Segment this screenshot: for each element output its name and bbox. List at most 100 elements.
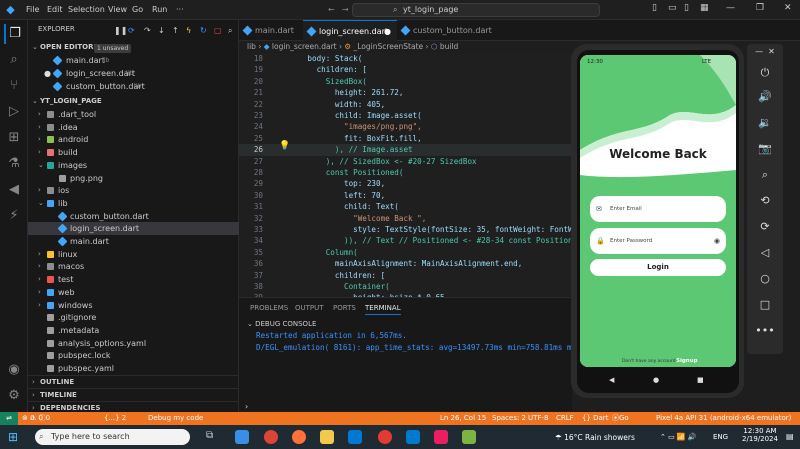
cursor-position[interactable]: Ln 26, Col 15 bbox=[440, 412, 486, 425]
inspect-icon[interactable]: ⌕ bbox=[228, 26, 232, 36]
code-line[interactable]: 29 top: 230, bbox=[239, 178, 574, 189]
project-header[interactable]: ⌄ YT_LOGIN_PAGE bbox=[28, 95, 239, 108]
chevron-right-icon[interactable]: › bbox=[245, 402, 248, 411]
account-icon[interactable]: ◉ bbox=[4, 360, 24, 380]
tree-folder[interactable]: › ios bbox=[28, 184, 239, 197]
power-icon[interactable]: ⏻ bbox=[747, 66, 783, 80]
file-explorer-icon[interactable] bbox=[235, 430, 249, 444]
customize-layout-icon[interactable]: ▦ bbox=[700, 3, 709, 13]
settings-gear-icon[interactable]: ⚙ bbox=[4, 386, 24, 406]
tab-output[interactable]: OUTPUT bbox=[295, 304, 324, 312]
tray-icons[interactable]: ⌃ ▭ 📶 🔊 bbox=[660, 433, 697, 441]
minimize-icon[interactable]: — bbox=[726, 3, 735, 13]
braces-status[interactable]: {...} 2 bbox=[104, 412, 126, 425]
tree-folder[interactable]: › test bbox=[28, 273, 239, 286]
code-line[interactable]: 22 width: 405, bbox=[239, 99, 574, 110]
code-line[interactable]: 32 "Welcome Back ", bbox=[239, 213, 574, 224]
tree-folder[interactable]: › windows bbox=[28, 299, 239, 312]
code-line[interactable]: 35 Column( bbox=[239, 247, 574, 258]
tree-file[interactable]: pubspec.lock bbox=[28, 349, 239, 362]
remote-icon[interactable]: ⇌ bbox=[0, 412, 18, 425]
language-mode[interactable]: {} Dart bbox=[582, 412, 608, 425]
breadcrumb-class[interactable]: _LoginScreenState bbox=[354, 42, 424, 51]
tree-folder[interactable]: › macos bbox=[28, 260, 239, 273]
code-line[interactable]: 33 style: TextStyle(fontSize: 35, fontWe… bbox=[239, 224, 574, 235]
folder-icon[interactable] bbox=[320, 430, 334, 444]
volume-up-icon[interactable]: 🔊 bbox=[747, 90, 783, 103]
toggle-sidebar-icon[interactable]: ▯ bbox=[652, 3, 657, 13]
tree-file[interactable]: custom_button.dart bbox=[28, 210, 239, 223]
open-editor-item[interactable]: custom_button.dart lib bbox=[28, 80, 239, 93]
code-line[interactable]: 34 )), // Text // Positioned <- #28-34 c… bbox=[239, 235, 574, 246]
more-icon[interactable]: ••• bbox=[747, 324, 783, 337]
debug-console-header[interactable]: ⌄ DEBUG CONSOLE bbox=[239, 318, 572, 330]
weather-widget[interactable]: ☂ 16°C Rain showers bbox=[555, 433, 635, 442]
breadcrumb-file[interactable]: login_screen.dart bbox=[272, 42, 337, 51]
tree-folder[interactable]: ⌄ lib bbox=[28, 197, 239, 210]
code-line[interactable]: 27 ), // SizedBox <- #20-27 SizedBox bbox=[239, 156, 574, 167]
tab-ports[interactable]: PORTS bbox=[333, 304, 356, 312]
command-center-search[interactable]: ⌕ yt_login_page bbox=[352, 3, 600, 17]
tab-login-screen-dart[interactable]: login_screen.dart ● bbox=[303, 20, 397, 41]
tree-file[interactable]: pubspec.yaml bbox=[28, 362, 239, 375]
password-field[interactable]: 🔒 Enter Password ◉ bbox=[590, 228, 726, 254]
step-over-icon[interactable]: ↷ bbox=[144, 26, 151, 35]
home-icon[interactable]: ○ bbox=[747, 272, 783, 285]
notifications-icon[interactable]: ▤ bbox=[786, 432, 794, 441]
back-icon[interactable]: ◁ bbox=[747, 246, 783, 259]
tree-file[interactable]: main.dart bbox=[28, 235, 239, 248]
outline-header[interactable]: › OUTLINE bbox=[28, 375, 239, 388]
tree-folder[interactable]: ⌄ images bbox=[28, 159, 239, 172]
step-out-icon[interactable]: ↑ bbox=[172, 26, 179, 35]
debug-restart-icon[interactable]: ⟳ bbox=[128, 26, 135, 35]
encoding[interactable]: UTF-8 bbox=[528, 412, 548, 425]
input-language[interactable]: ENG bbox=[713, 433, 728, 441]
rotate-left-icon[interactable]: ⟲ bbox=[747, 194, 783, 207]
forward-arrow-icon[interactable]: → bbox=[342, 5, 349, 14]
rotate-right-icon[interactable]: ⟳ bbox=[747, 220, 783, 233]
nav-back-icon[interactable]: ◀ bbox=[609, 376, 614, 384]
menu-selection[interactable]: Selection bbox=[68, 5, 105, 14]
android-studio-icon[interactable] bbox=[462, 430, 476, 444]
testing-icon[interactable]: ⚗ bbox=[4, 154, 24, 174]
search-icon[interactable]: ⌕ bbox=[4, 50, 24, 70]
taskbar-search[interactable]: ⌕ Type here to search bbox=[35, 429, 190, 445]
emulator-window-controls[interactable]: — ✕ bbox=[747, 47, 783, 56]
remote-icon[interactable]: ⚡ bbox=[4, 206, 24, 226]
app-icon[interactable] bbox=[434, 430, 448, 444]
code-line[interactable]: 20 SizedBox( bbox=[239, 76, 574, 87]
run-debug-icon[interactable]: ▷ bbox=[4, 102, 24, 122]
chrome-icon[interactable] bbox=[264, 430, 278, 444]
lightbulb-icon[interactable]: 💡 bbox=[279, 141, 290, 151]
menu-edit[interactable]: Edit bbox=[47, 5, 63, 14]
back-arrow-icon[interactable]: ← bbox=[328, 5, 335, 14]
nav-recents-icon[interactable]: ■ bbox=[697, 376, 704, 384]
volume-down-icon[interactable]: 🔉 bbox=[747, 116, 783, 129]
code-line[interactable]: 21 height: 261.72, bbox=[239, 87, 574, 98]
toggle-secondary-sidebar-icon[interactable]: ▯ bbox=[684, 3, 689, 13]
code-line[interactable]: 31 child: Text( bbox=[239, 201, 574, 212]
tree-folder[interactable]: › linux bbox=[28, 248, 239, 261]
code-line[interactable]: 18 body: Stack( bbox=[239, 53, 574, 64]
source-control-icon[interactable]: ⑂ bbox=[4, 76, 24, 96]
device-selector[interactable]: Pixel 4a API 31 (android-x64 emulator) bbox=[656, 412, 791, 425]
debug-status[interactable]: Debug my code bbox=[148, 412, 203, 425]
tab-custom-button-dart[interactable]: custom_button.dart bbox=[397, 20, 497, 41]
timeline-header[interactable]: › TIMELINE bbox=[28, 388, 239, 401]
tree-folder[interactable]: › .idea bbox=[28, 121, 239, 134]
zoom-icon[interactable]: ⌕ bbox=[747, 168, 783, 182]
indentation[interactable]: Spaces: 2 bbox=[492, 412, 526, 425]
flutter-icon[interactable]: ◀ bbox=[4, 180, 24, 200]
breadcrumb-folder[interactable]: lib bbox=[247, 42, 256, 51]
tree-file[interactable]: .gitignore bbox=[28, 311, 239, 324]
tree-file[interactable]: .metadata bbox=[28, 324, 239, 337]
camera-icon[interactable]: 📷 bbox=[747, 142, 783, 155]
signup-link[interactable]: Signup bbox=[676, 358, 698, 364]
eye-icon[interactable]: ◉ bbox=[714, 228, 720, 254]
code-line[interactable]: 30 left: 70, bbox=[239, 190, 574, 201]
tab-terminal[interactable]: TERMINAL bbox=[365, 304, 401, 315]
code-line[interactable]: 24 "images/png.png", bbox=[239, 121, 574, 132]
maximize-icon[interactable]: ❐ bbox=[756, 3, 764, 13]
tree-folder[interactable]: › build bbox=[28, 146, 239, 159]
code-line[interactable]: 23 child: Image.asset( bbox=[239, 110, 574, 121]
